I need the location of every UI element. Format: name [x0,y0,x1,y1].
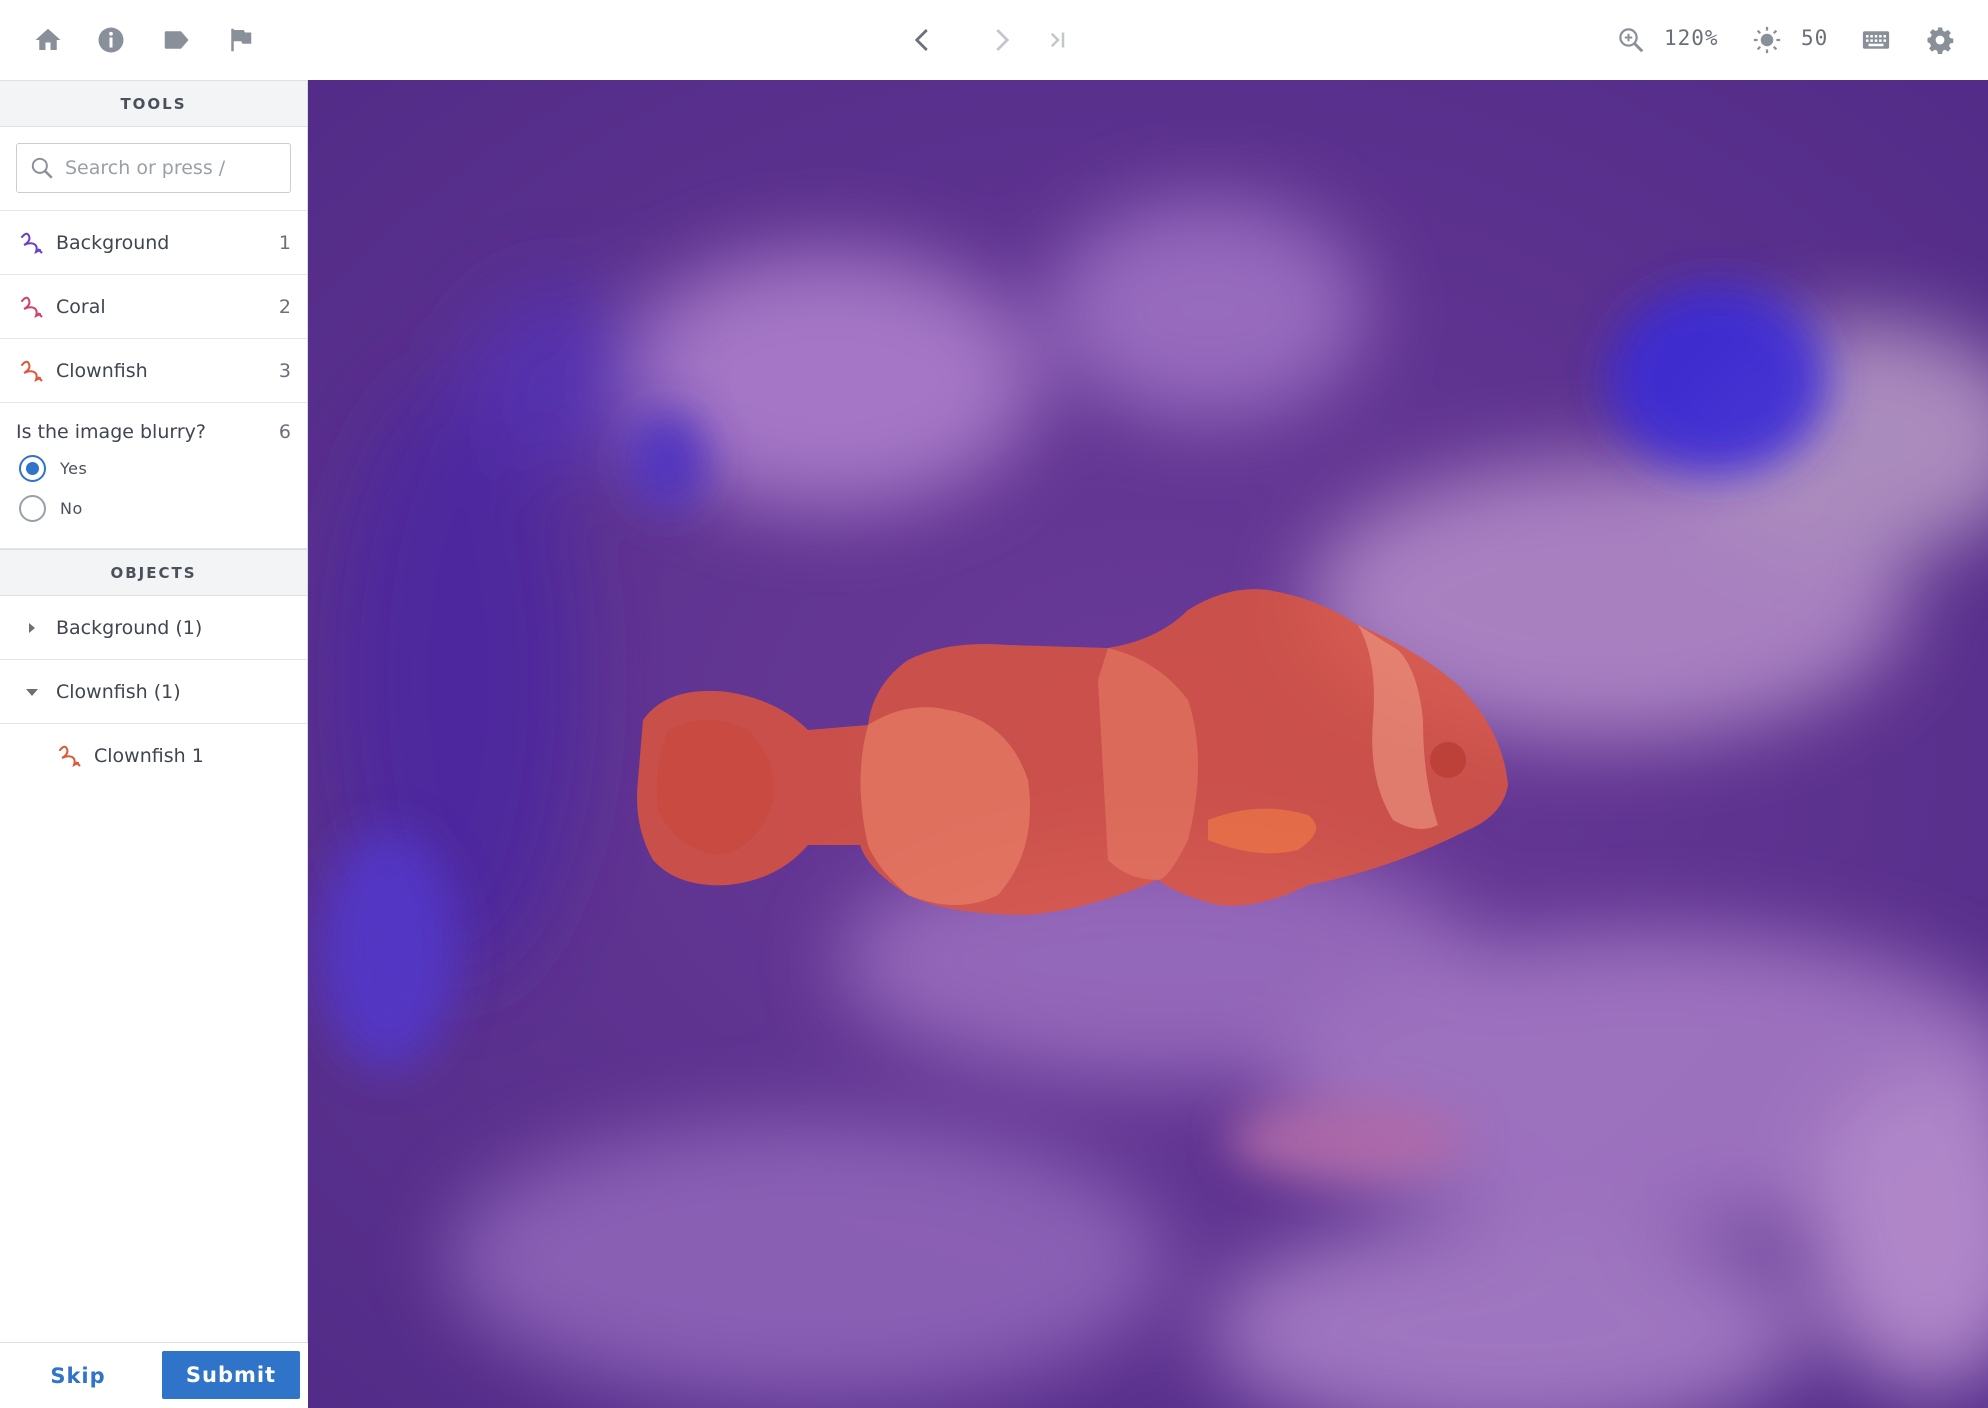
brightness-value: 50 [1801,26,1829,50]
zoom-in-icon[interactable] [1613,22,1649,58]
polygon-tool-icon [21,232,43,254]
chevron-left-icon[interactable] [905,22,941,58]
objects-header: OBJECTS [0,549,307,596]
tool-clownfish[interactable]: Clownfish 3 [0,339,307,403]
blurry-question: Is the image blurry? 6 Yes No [0,403,307,549]
object-label: Clownfish 1 [94,745,204,767]
labeled-image [308,80,1988,1408]
tag-icon[interactable] [158,22,194,58]
top-toolbar: 120% 50 [0,0,1988,80]
info-icon[interactable] [93,22,129,58]
gear-icon[interactable] [1922,22,1958,58]
question-text: Is the image blurry? [16,421,206,443]
object-clownfish-1[interactable]: Clownfish 1 [0,724,307,788]
radio-button[interactable] [19,454,46,482]
polygon-tool-icon [21,360,43,382]
keyboard-icon[interactable] [1858,22,1894,58]
tool-background[interactable]: Background 1 [0,211,307,275]
tool-label: Background [56,231,170,254]
zoom-level: 120% [1664,26,1719,50]
caret-down-icon[interactable] [22,682,42,702]
skip-button[interactable]: Skip [18,1351,138,1401]
polygon-tool-icon [59,745,81,767]
annotation-canvas[interactable] [308,80,1988,1408]
tool-hotkey: 1 [278,231,291,254]
chevron-right-icon[interactable] [983,22,1019,58]
tool-hotkey: 2 [278,295,291,318]
object-group-clownfish[interactable]: Clownfish (1) [0,660,307,724]
search-icon [31,157,53,179]
brightness-icon[interactable] [1749,22,1785,58]
search-box[interactable] [16,143,291,193]
flag-icon[interactable] [222,22,258,58]
caret-right-icon[interactable] [22,618,42,638]
tools-header: TOOLS [0,80,307,127]
home-icon[interactable] [30,22,66,58]
object-group-label: Background (1) [56,616,203,639]
radio-label: Yes [60,458,88,478]
tool-hotkey: 3 [278,359,291,382]
object-group-label: Clownfish (1) [56,680,181,703]
tool-label: Clownfish [56,359,148,382]
question-hotkey: 6 [278,421,291,443]
skip-to-end-icon[interactable] [1040,22,1076,58]
submit-button[interactable]: Submit [162,1351,300,1399]
radio-option-no[interactable]: No [16,493,291,523]
tool-label: Coral [56,295,106,318]
polygon-tool-icon [21,296,43,318]
tool-coral[interactable]: Coral 2 [0,275,307,339]
tool-search [0,127,307,211]
sidebar: TOOLS Background 1 Coral 2 Clownfish 3 I… [0,80,308,1408]
radio-option-yes[interactable]: Yes [16,453,291,483]
radio-label: No [60,498,83,518]
object-group-background[interactable]: Background (1) [0,596,307,660]
search-input[interactable] [65,157,265,179]
radio-button[interactable] [19,494,46,522]
sidebar-footer: Skip Submit [0,1342,308,1408]
